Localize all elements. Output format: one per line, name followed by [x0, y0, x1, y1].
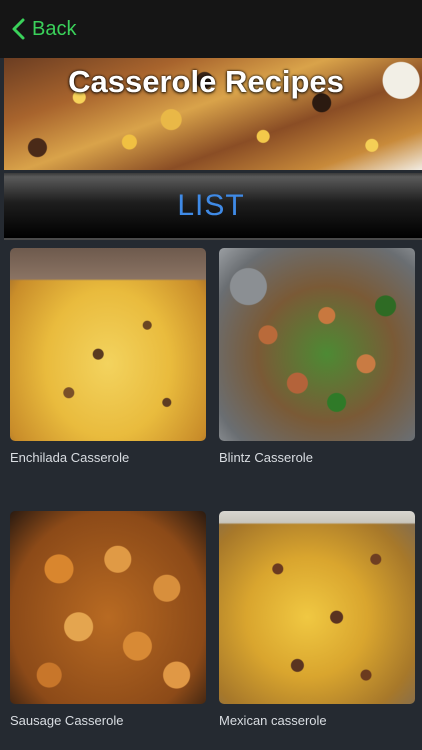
recipe-thumbnail[interactable]: [10, 511, 206, 704]
recipe-thumbnail[interactable]: [219, 248, 415, 441]
recipe-title: Blintz Casserole: [219, 450, 313, 465]
navigation-bar: Back: [0, 0, 422, 58]
recipe-card-blintz[interactable]: Blintz Casserole: [219, 248, 415, 465]
recipe-card-enchilada[interactable]: Enchilada Casserole: [10, 248, 206, 465]
header-banner-image: Casserole Recipes: [4, 58, 422, 170]
recipe-card-sausage[interactable]: Sausage Casserole: [10, 511, 206, 728]
recipe-title: Mexican casserole: [219, 713, 327, 728]
recipe-thumbnail[interactable]: [10, 248, 206, 441]
page-title: Casserole Recipes: [68, 64, 344, 99]
recipe-thumbnail[interactable]: [219, 511, 415, 704]
list-section-label: LIST: [177, 188, 245, 222]
back-button[interactable]: Back: [10, 17, 76, 41]
recipe-card-mexican[interactable]: Mexican casserole: [219, 511, 415, 728]
recipe-title: Sausage Casserole: [10, 713, 124, 728]
recipe-title: Enchilada Casserole: [10, 450, 130, 465]
chevron-left-icon: [12, 18, 25, 40]
app-screen: Back Casserole Recipes LIST Enchilada Ca…: [0, 0, 422, 750]
back-button-label: Back: [32, 17, 77, 40]
list-section-header: LIST: [4, 173, 422, 240]
